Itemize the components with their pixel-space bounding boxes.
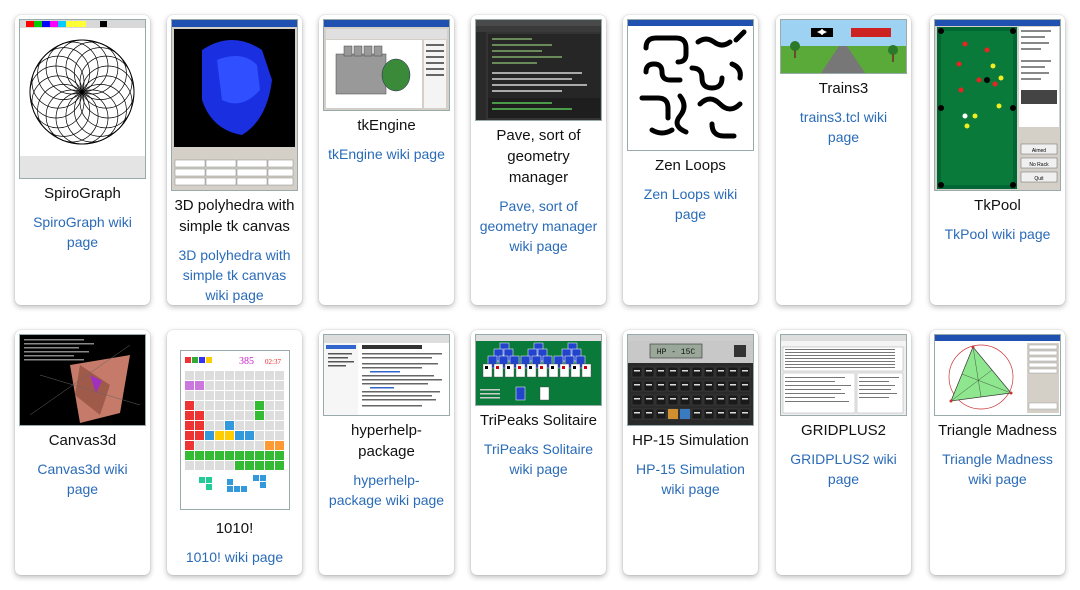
hp15-display: HP - 15C: [657, 348, 696, 357]
tenten-score: 385: [239, 356, 254, 367]
triangle-madness-screenshot: [934, 334, 1061, 416]
pave-screenshot: [475, 19, 602, 121]
wiki-link[interactable]: GRIDPLUS2 wiki page: [776, 449, 911, 489]
card-spirograph[interactable]: SpiroGraph SpiroGraph wiki page: [15, 15, 150, 305]
card-title: SpiroGraph: [44, 185, 121, 202]
wiki-link[interactable]: TriPeaks Solitaire wiki page: [471, 439, 606, 479]
card-triangle-madness[interactable]: Triangle Madness Triangle Madness wiki p…: [930, 330, 1065, 575]
card-hp15[interactable]: HP - 15C HP-15 Simulation HP-15 Simulati…: [623, 330, 758, 575]
wiki-link[interactable]: SpiroGraph wiki page: [15, 212, 150, 252]
card-gridplus2[interactable]: GRIDPLUS2 GRIDPLUS2 wiki page: [776, 330, 911, 575]
card-title: Trains3: [818, 80, 869, 97]
wiki-link[interactable]: Pave, sort of geometry manager wiki page: [471, 196, 606, 256]
trains3-image: [781, 20, 906, 73]
canvas3d-screenshot: [19, 334, 146, 426]
spirograph-screenshot: [19, 19, 146, 179]
card-title: Triangle Madness: [938, 422, 1057, 439]
card-pave[interactable]: Pave, sort of geometry manager Pave, sor…: [471, 15, 606, 305]
wiki-link[interactable]: Triangle Madness wiki page: [930, 449, 1065, 489]
card-3d-polyhedra[interactable]: 3D polyhedra with simple tk canvas 3D po…: [167, 15, 302, 305]
tkpool-screenshot: Aimed No Rack Quit: [934, 19, 1061, 191]
wiki-link[interactable]: 3D polyhedra with simple tk canvas wiki …: [167, 245, 302, 305]
polyhedra-screenshot: [171, 19, 298, 191]
tenten-time: 02:37: [265, 358, 281, 366]
card-title: Canvas3d: [48, 432, 117, 449]
card-tripeaks[interactable]: TriPeaks Solitaire TriPeaks Solitaire wi…: [471, 330, 606, 575]
spirograph-image: [20, 20, 145, 178]
card-title: TriPeaks Solitaire: [480, 412, 597, 429]
card-trains3[interactable]: Trains3 trains3.tcl wiki page: [776, 15, 911, 305]
pool-aimed-button: Aimed: [1032, 148, 1046, 154]
trains3-screenshot: [780, 19, 907, 74]
card-title: hyperhelp-package: [351, 422, 422, 460]
pool-quit-button: Quit: [1034, 176, 1044, 182]
tripeaks-screenshot: [475, 334, 602, 406]
tkengine-screenshot: [323, 19, 450, 111]
tripeaks-image: [476, 335, 601, 401]
card-title: Pave, sort of geometry manager: [496, 127, 581, 186]
canvas3d-image: [24, 339, 141, 423]
hyperhelp-screenshot: [323, 334, 450, 416]
zen-loops-image: [628, 20, 753, 139]
card-title: Zen Loops: [655, 157, 726, 174]
card-zen-loops[interactable]: Zen Loops Zen Loops wiki page: [623, 15, 758, 305]
card-title: TkPool: [974, 197, 1021, 214]
card-canvas3d[interactable]: Canvas3d Canvas3d wiki page: [15, 330, 150, 575]
zen-loops-screenshot: [627, 19, 754, 151]
card-tkpool[interactable]: Aimed No Rack Quit TkPool TkPool wiki pa…: [930, 15, 1065, 305]
card-tkengine[interactable]: tkEngine tkEngine wiki page: [319, 15, 454, 305]
wiki-link[interactable]: tkEngine wiki page: [320, 144, 453, 164]
card-hyperhelp[interactable]: hyperhelp-package hyperhelp-package wiki…: [319, 330, 454, 575]
card-title: GRIDPLUS2: [800, 422, 887, 439]
polyhedra-image: [172, 20, 297, 190]
wiki-link[interactable]: TkPool wiki page: [937, 224, 1059, 244]
hyperhelp-image: [324, 335, 449, 415]
pool-norack-button: No Rack: [1029, 162, 1049, 168]
wiki-link[interactable]: HP-15 Simulation wiki page: [623, 459, 758, 499]
triangle-madness-image: [935, 335, 1060, 415]
card-title: tkEngine: [357, 117, 416, 134]
gridplus2-screenshot: [780, 334, 907, 416]
hp15-image: HP - 15C: [628, 335, 753, 420]
tenten-image: 385 02:37: [184, 356, 284, 492]
wiki-link[interactable]: Zen Loops wiki page: [623, 184, 758, 224]
tkengine-image: [324, 20, 449, 108]
card-title: HP-15 Simulation: [632, 432, 749, 449]
gridplus2-image: [781, 335, 906, 414]
card-1010[interactable]: 385 02:37 1010! 1010! wiki page: [167, 330, 302, 575]
card-title: 3D polyhedra with simple tk canvas: [174, 197, 295, 235]
tkpool-image: Aimed No Rack Quit: [935, 20, 1060, 189]
wiki-link[interactable]: Canvas3d wiki page: [15, 459, 150, 499]
wiki-link[interactable]: 1010! wiki page: [178, 547, 291, 567]
wiki-link[interactable]: trains3.tcl wiki page: [776, 107, 911, 147]
pave-image: [476, 20, 601, 120]
hp15-screenshot: HP - 15C: [627, 334, 754, 426]
tenten-screenshot: 385 02:37: [179, 350, 290, 510]
wiki-link[interactable]: hyperhelp-package wiki page: [319, 470, 454, 510]
card-title: 1010!: [215, 520, 254, 537]
